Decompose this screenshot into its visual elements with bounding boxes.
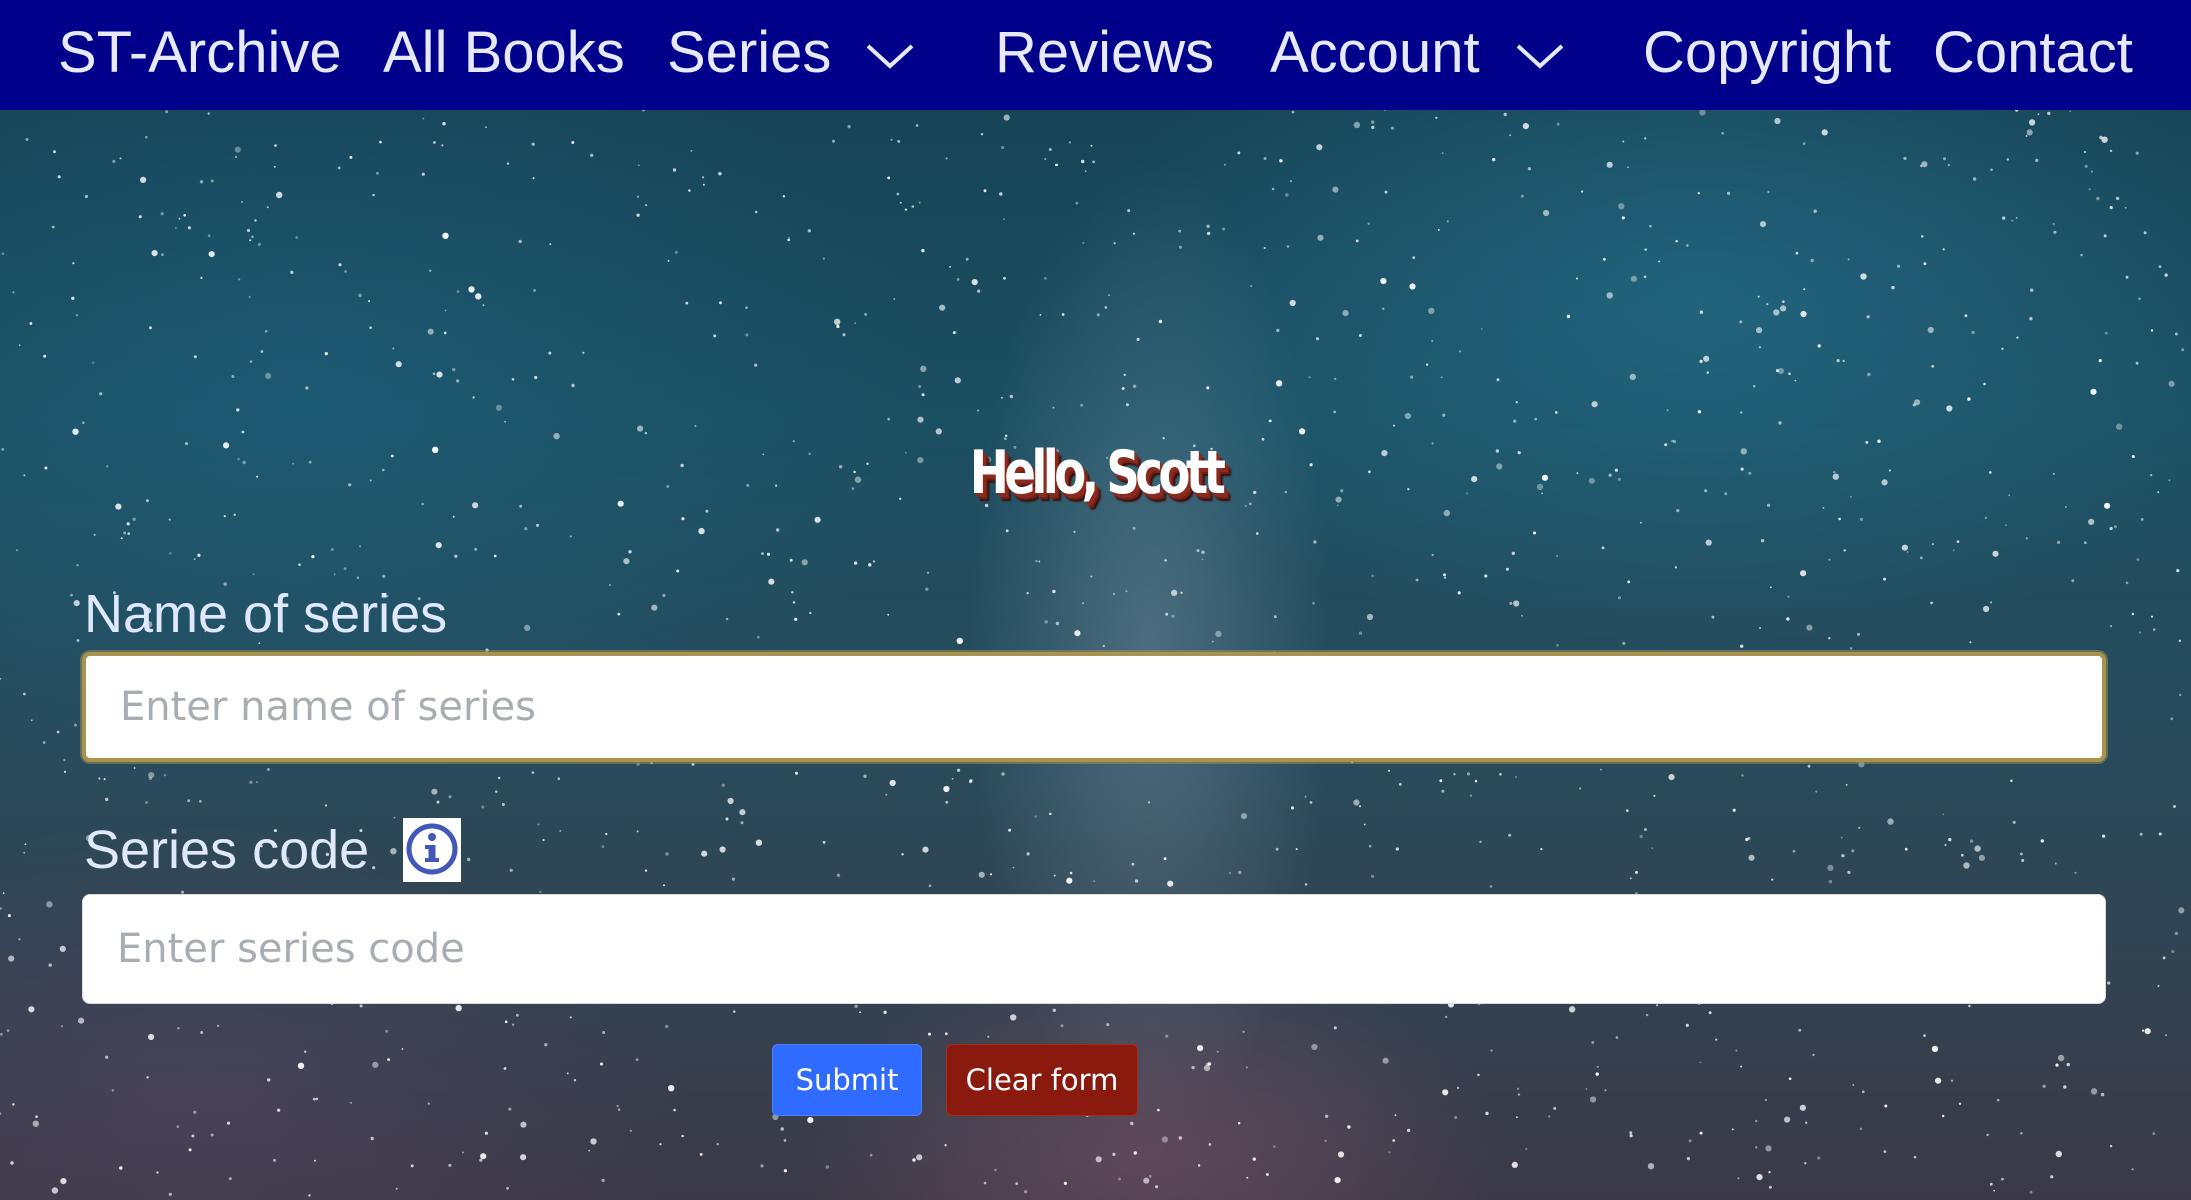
nav-account[interactable]: Account (1270, 18, 1480, 88)
series-code-input[interactable] (82, 894, 2106, 1004)
series-name-input[interactable] (82, 652, 2106, 762)
info-icon-wrapper[interactable] (403, 818, 461, 882)
nav-all-books[interactable]: All Books (383, 18, 625, 88)
series-code-label: Series code (84, 820, 370, 880)
nav-series[interactable]: Series (667, 18, 831, 88)
chevron-down-icon[interactable] (1514, 42, 1566, 70)
submit-button[interactable]: Submit (772, 1044, 922, 1116)
greeting-heading: Hello, Scott (969, 438, 1226, 508)
info-circle-icon[interactable] (403, 818, 461, 882)
nav-copyright[interactable]: Copyright (1643, 18, 1891, 88)
clear-form-button[interactable]: Clear form (946, 1044, 1138, 1116)
nav-contact[interactable]: Contact (1933, 18, 2133, 88)
brand-link[interactable]: ST-Archive (58, 18, 342, 88)
chevron-down-icon[interactable] (864, 42, 916, 70)
series-name-label: Name of series (84, 584, 448, 644)
nav-reviews[interactable]: Reviews (995, 18, 1214, 88)
top-navbar: ST-Archive All Books Series Reviews Acco… (0, 0, 2191, 110)
